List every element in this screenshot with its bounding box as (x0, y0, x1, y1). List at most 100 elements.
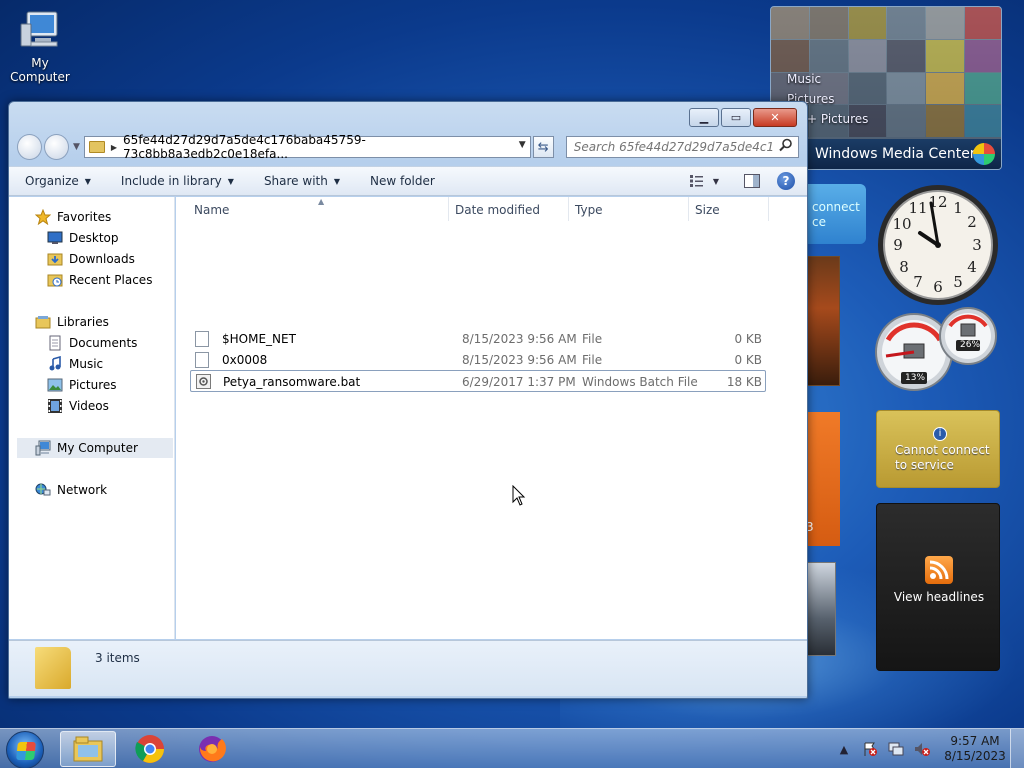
svg-text:8: 8 (899, 258, 909, 276)
column-header-type[interactable]: Type (575, 203, 603, 217)
volume-muted-icon[interactable] (914, 741, 930, 757)
column-divider[interactable] (568, 197, 569, 221)
navigation-pane: Favorites Desktop Downloads Recent Place… (9, 197, 175, 639)
column-header-date[interactable]: Date modified (455, 203, 540, 217)
desktop-icon-my-computer[interactable]: My Computer (2, 8, 78, 84)
file-name: 0x0008 (222, 353, 268, 367)
mouse-cursor-icon (512, 484, 526, 510)
file-name: $HOME_NET (222, 332, 296, 346)
desktop-icon-label: My Computer (10, 56, 70, 84)
folder-icon (88, 141, 105, 153)
view-headlines-link[interactable]: View headlines (877, 590, 1001, 604)
file-list: ▲ Name Date modified Type Size $HOME_NET… (176, 197, 807, 639)
nav-downloads[interactable]: Downloads (47, 249, 135, 269)
taskbar-explorer-button[interactable] (60, 731, 116, 767)
nav-desktop[interactable]: Desktop (47, 228, 119, 248)
show-desktop-button[interactable] (1010, 729, 1024, 768)
recent-pages-dropdown[interactable]: ▼ (73, 142, 80, 152)
partial-weather-gadget[interactable]: connect ce (806, 184, 866, 244)
search-icon[interactable] (779, 138, 793, 152)
new-folder-label: New folder (370, 174, 435, 188)
maximize-button[interactable]: ▭ (721, 108, 751, 127)
column-divider[interactable] (448, 197, 449, 221)
explorer-window: ▁ ▭ ✕ ▼ ▶ 65fe44d27d29d7a5de4c176baba457… (8, 101, 808, 699)
svg-text:4: 4 (967, 258, 977, 276)
nav-pictures[interactable]: Pictures (47, 375, 117, 395)
column-header-size[interactable]: Size (695, 203, 720, 217)
close-button[interactable]: ✕ (753, 108, 797, 127)
file-type: File (582, 353, 603, 367)
minimize-button[interactable]: ▁ (689, 108, 719, 127)
nav-libraries[interactable]: Libraries (35, 312, 109, 332)
nav-libraries-label: Libraries (57, 315, 109, 329)
taskbar-firefox-button[interactable] (184, 731, 240, 767)
file-icon (195, 331, 209, 347)
clock-time: 9:57 AM (950, 734, 1000, 748)
feed-headlines-gadget[interactable]: View headlines (876, 503, 1000, 671)
back-button[interactable] (17, 134, 42, 160)
documents-icon (47, 335, 63, 351)
svg-text:9: 9 (893, 236, 903, 254)
breadcrumb-arrow-icon[interactable]: ▶ (111, 143, 117, 152)
network-status-icon[interactable] (888, 741, 904, 757)
partial-slideshow-gadget[interactable] (806, 562, 836, 656)
organize-button[interactable]: Organize ▼ (25, 174, 91, 188)
nav-my-computer[interactable]: My Computer (17, 438, 173, 458)
media-menu-music[interactable]: Music (787, 69, 868, 89)
share-with-label: Share with (263, 174, 328, 188)
change-view-icon[interactable] (687, 171, 709, 191)
nav-music[interactable]: Music (47, 354, 103, 374)
nav-videos[interactable]: Videos (47, 396, 109, 416)
file-date: 8/15/2023 9:56 AM (462, 332, 577, 346)
action-center-icon[interactable] (862, 741, 878, 757)
weather-gadget[interactable]: i Cannot connect to service (876, 410, 1000, 488)
view-dropdown-icon[interactable]: ▼ (713, 177, 719, 186)
clock-gadget[interactable]: 12 1 2 345 678 9 10 11 (876, 183, 1000, 307)
cpu-meter-gadget[interactable]: 13% 26% (874, 300, 1002, 396)
firefox-icon (199, 736, 226, 762)
chrome-icon (135, 735, 164, 763)
preview-pane-icon[interactable] (741, 171, 763, 191)
memory-percent: 26% (960, 340, 981, 350)
downloads-folder-icon (47, 251, 63, 267)
column-divider[interactable] (768, 197, 769, 221)
partial-calendar-gadget[interactable]: 3 (806, 412, 840, 546)
share-with-button[interactable]: Share with ▼ (264, 174, 340, 188)
navigation-bar: ▼ ▶ 65fe44d27d29d7a5de4c176baba45759-73c… (17, 133, 800, 161)
table-row[interactable]: Petya_ransomware.bat 6/29/2017 1:37 PM W… (190, 370, 766, 392)
refresh-button[interactable]: ⇆ (532, 136, 554, 158)
rss-icon (925, 556, 953, 584)
help-icon[interactable]: ? (777, 172, 795, 190)
new-folder-button[interactable]: New folder (370, 174, 435, 188)
taskbar-clock[interactable]: 9:57 AM 8/15/2023 (940, 734, 1010, 764)
nav-network-label: Network (57, 483, 108, 497)
nav-network[interactable]: Network (35, 480, 107, 500)
nav-recent-places-label: Recent Places (69, 273, 153, 287)
taskbar-chrome-button[interactable] (122, 731, 178, 767)
include-in-library-button[interactable]: Include in library ▼ (121, 174, 234, 188)
show-hidden-icons-icon[interactable]: ▲ (836, 741, 852, 757)
clock-date: 8/15/2023 (944, 749, 1006, 763)
svg-text:1: 1 (953, 199, 963, 217)
nav-recent-places[interactable]: Recent Places (47, 270, 152, 290)
nav-documents[interactable]: Documents (47, 333, 137, 353)
nav-videos-label: Videos (69, 399, 109, 413)
address-dropdown-icon[interactable]: ▼ (519, 140, 526, 150)
system-tray: ▲ 9:57 AM 8/15/2023 (836, 729, 1024, 768)
forward-button[interactable] (44, 134, 69, 160)
pictures-icon (47, 377, 63, 393)
nav-favorites[interactable]: Favorites (34, 207, 111, 227)
partial-picture-gadget[interactable] (806, 256, 840, 386)
svg-text:10: 10 (892, 215, 911, 233)
info-icon: i (933, 427, 947, 441)
address-bar[interactable]: ▶ 65fe44d27d29d7a5de4c176baba45759-73c8b… (83, 133, 531, 161)
explorer-folder-icon (73, 736, 103, 762)
table-row[interactable]: $HOME_NET 8/15/2023 9:56 AM File 0 KB (190, 328, 766, 350)
column-header-name[interactable]: Name (194, 203, 229, 217)
libraries-icon (35, 314, 51, 330)
windows-logo-icon (16, 742, 36, 760)
column-divider[interactable] (688, 197, 689, 221)
table-row[interactable]: 0x0008 8/15/2023 9:56 AM File 0 KB (190, 349, 766, 371)
search-input[interactable] (565, 136, 800, 158)
start-button[interactable] (6, 731, 44, 768)
